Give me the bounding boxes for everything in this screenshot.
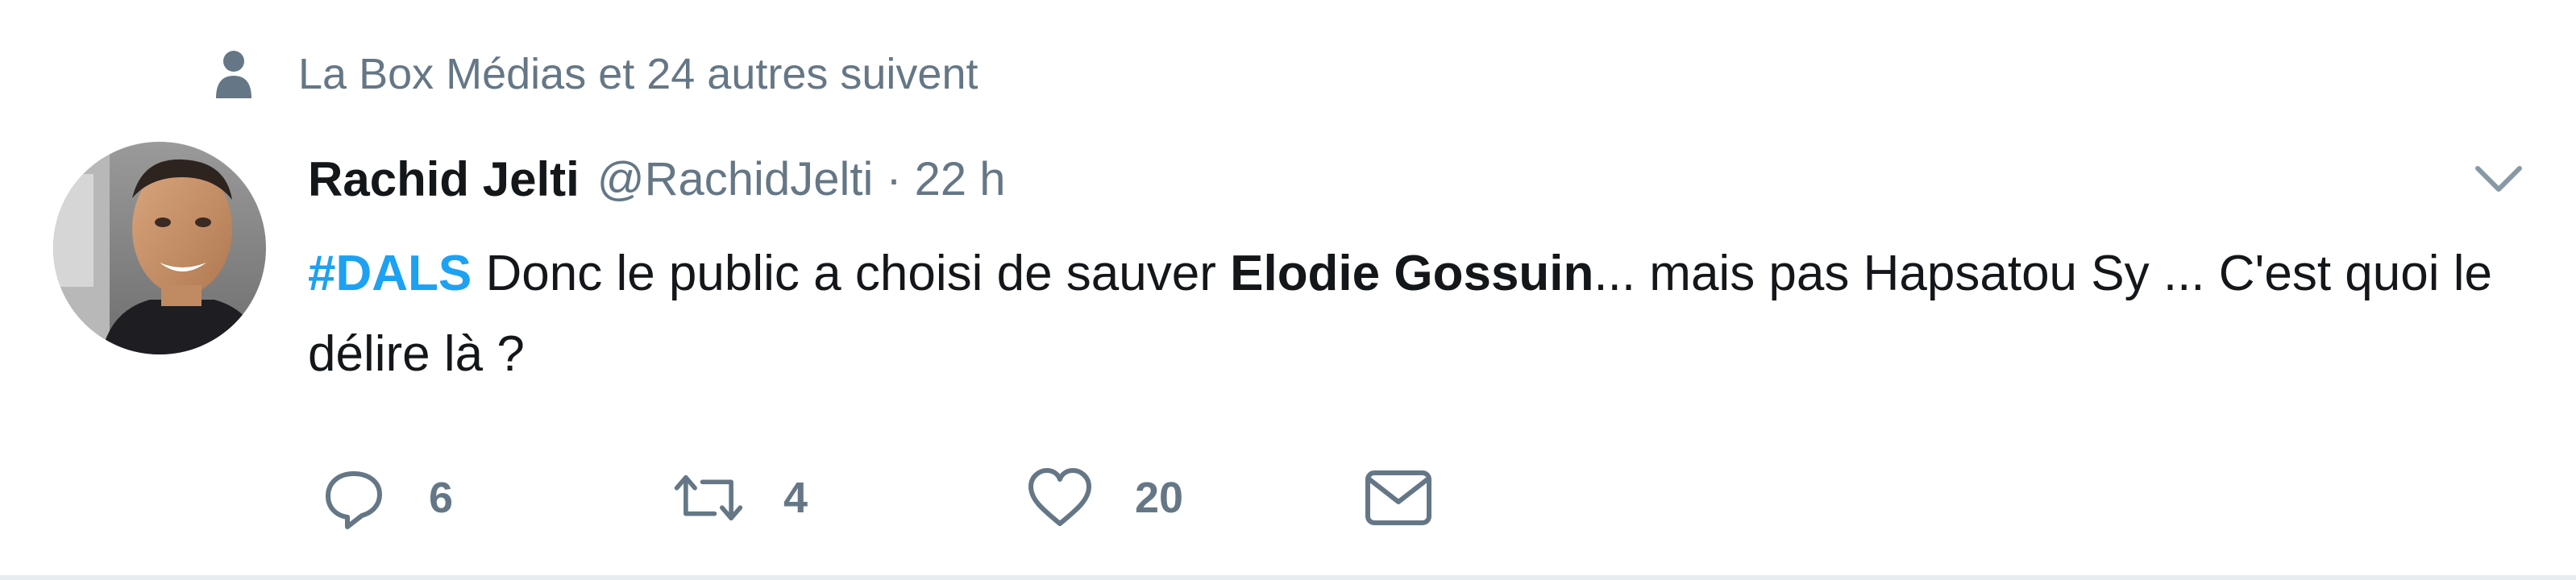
reply-count: 6 [429,474,454,522]
divider [0,575,2576,580]
direct-message-button[interactable] [1362,458,1459,538]
like-button[interactable]: 20 [1024,458,1362,538]
social-context: La Box Médias et 24 autres suivent [211,42,978,106]
envelope-icon [1362,462,1435,534]
fullname[interactable]: Rachid Jelti [308,151,580,207]
tweet-header: Rachid Jelti @RachidJelti · 22 h [308,139,1006,219]
tweet-text-part-1: Donc le public a choisi de sauver [472,246,1231,301]
separator-dot: · [886,152,902,205]
person-icon [211,45,256,103]
retweet-button[interactable]: 4 [672,458,1024,538]
heart-icon [1024,462,1096,534]
retweet-count: 4 [783,474,808,522]
avatar[interactable] [53,142,266,354]
chevron-down-icon [2475,166,2522,192]
tweet-text: #DALS Donc le public a choisi de sauver … [308,234,2532,395]
username[interactable]: @RachidJelti [597,152,874,206]
timestamp[interactable]: 22 h [915,152,1006,206]
retweet-icon [672,462,745,534]
reply-icon [318,462,390,534]
tweet-text-bold-name: Elodie Gossuin [1230,246,1594,301]
tweet[interactable]: La Box Médias et 24 autres suivent Rachi… [0,0,2576,580]
reply-button[interactable]: 6 [318,458,672,538]
tweet-actions: 6 4 20 [318,458,1459,538]
like-count: 20 [1135,474,1184,522]
hashtag-link[interactable]: #DALS [308,246,472,301]
more-options-button[interactable] [2466,151,2531,208]
social-context-text[interactable]: La Box Médias et 24 autres suivent [298,42,978,106]
